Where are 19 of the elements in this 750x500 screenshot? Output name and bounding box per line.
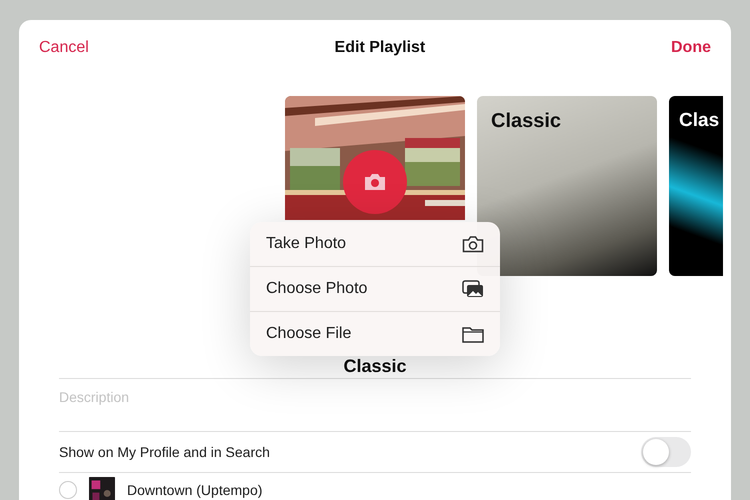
select-circle[interactable] <box>59 481 77 499</box>
tile-label: Classic <box>491 110 562 133</box>
done-button[interactable]: Done <box>670 39 711 57</box>
menu-item[interactable]: Choose File <box>250 311 500 356</box>
toggle-label: Show on My Profile and in Search <box>59 444 270 460</box>
artwork-tile[interactable]: Classic <box>477 96 657 276</box>
folder-icon <box>462 326 484 342</box>
photos-icon <box>462 280 484 298</box>
camera-icon <box>462 236 484 252</box>
description-field[interactable]: Description <box>59 387 359 407</box>
cancel-button[interactable]: Cancel <box>39 39 89 57</box>
window-title: Edit Playlist <box>334 39 426 57</box>
song-title: Downtown (Uptempo) <box>127 482 262 498</box>
playlist-title: Classic <box>342 355 408 378</box>
artwork-tile[interactable]: Clas <box>669 96 723 276</box>
tile-label: Clas <box>679 110 720 132</box>
menu-item[interactable]: Choose Photo <box>250 266 500 311</box>
toggle-switch[interactable] <box>641 437 691 467</box>
camera-icon <box>363 173 387 191</box>
